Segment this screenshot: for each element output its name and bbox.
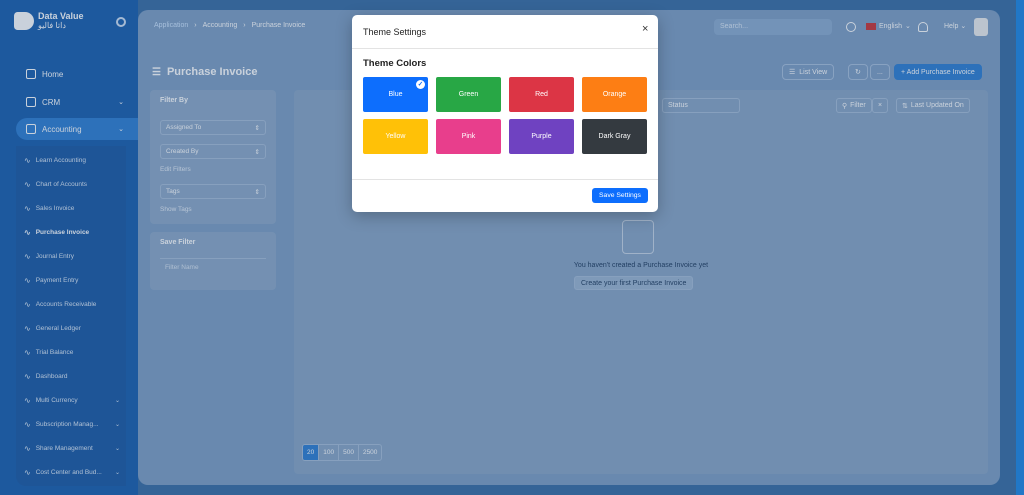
- modal-title: Theme Settings: [363, 27, 427, 37]
- theme-option-label: Blue: [388, 91, 403, 98]
- theme-option-blue[interactable]: Blue ✓: [363, 77, 428, 112]
- theme-option-label: Green: [458, 91, 479, 98]
- modal-header: Theme Settings ×: [352, 15, 658, 49]
- theme-option-yellow[interactable]: Yellow: [363, 119, 428, 154]
- theme-option-green[interactable]: Green: [436, 77, 501, 112]
- save-settings-button[interactable]: Save Settings: [592, 188, 648, 203]
- theme-option-dark-gray[interactable]: Dark Gray: [582, 119, 647, 154]
- theme-option-red[interactable]: Red: [509, 77, 574, 112]
- close-icon[interactable]: ×: [642, 23, 648, 35]
- theme-option-pink[interactable]: Pink: [436, 119, 501, 154]
- theme-option-orange[interactable]: Orange: [582, 77, 647, 112]
- theme-option-label: Purple: [531, 133, 552, 140]
- modal-footer-divider: [352, 179, 658, 180]
- theme-option-label: Dark Gray: [598, 133, 631, 140]
- theme-colors-heading: Theme Colors: [363, 58, 427, 69]
- theme-option-label: Pink: [461, 133, 476, 140]
- theme-option-label: Red: [535, 91, 548, 98]
- theme-settings-modal: Theme Settings × Theme Colors Blue ✓ Gre…: [352, 15, 658, 212]
- theme-option-label: Orange: [602, 91, 627, 98]
- theme-option-purple[interactable]: Purple: [509, 119, 574, 154]
- theme-option-label: Yellow: [385, 133, 406, 140]
- check-icon: ✓: [416, 80, 425, 89]
